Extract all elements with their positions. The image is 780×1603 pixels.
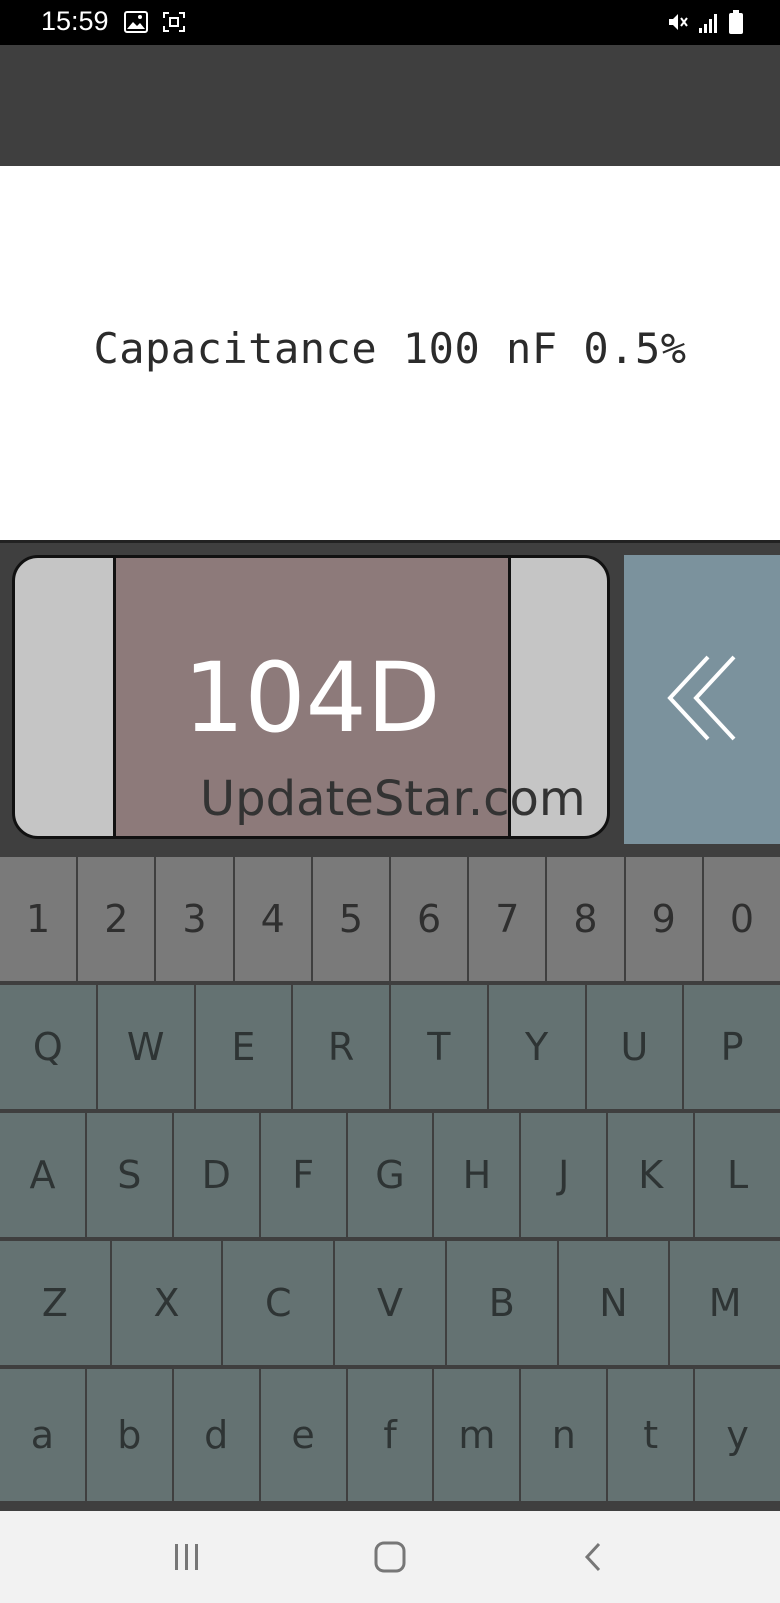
result-area: Capacitance 100 nF 0.5% (0, 166, 780, 540)
app-bar (0, 45, 780, 166)
result-text: Capacitance 100 nF 0.5% (93, 323, 687, 373)
key-U[interactable]: U (586, 985, 683, 1109)
key-6[interactable]: 6 (391, 857, 468, 981)
capacitor-code: 104D (183, 642, 441, 754)
key-J[interactable]: J (521, 1113, 607, 1237)
key-G[interactable]: G (347, 1113, 433, 1237)
home-button[interactable] (365, 1539, 415, 1579)
image-icon (124, 11, 148, 37)
key-B[interactable]: B (446, 1241, 557, 1365)
key-T[interactable]: T (391, 985, 487, 1109)
double-chevron-left-icon (664, 653, 740, 747)
lowercase-row: a b d e f m n t y (0, 1369, 780, 1501)
key-y[interactable]: y (695, 1369, 780, 1501)
key-a[interactable]: a (0, 1369, 85, 1501)
key-V[interactable]: V (335, 1241, 445, 1365)
key-t[interactable]: t (608, 1369, 694, 1501)
key-0[interactable]: 0 (703, 857, 780, 981)
key-M[interactable]: M (670, 1241, 780, 1365)
key-7[interactable]: 7 (469, 857, 546, 981)
key-5[interactable]: 5 (312, 857, 390, 981)
key-L[interactable]: L (695, 1113, 780, 1237)
key-C[interactable]: C (223, 1241, 334, 1365)
signal-icon (698, 12, 720, 38)
key-e[interactable]: e (260, 1369, 346, 1501)
key-N[interactable]: N (558, 1241, 669, 1365)
key-X[interactable]: X (111, 1241, 222, 1365)
key-9[interactable]: 9 (625, 857, 702, 981)
key-b[interactable]: b (86, 1369, 172, 1501)
recents-icon (171, 1542, 203, 1576)
key-3[interactable]: 3 (156, 857, 233, 981)
key-8[interactable]: 8 (547, 857, 624, 981)
status-bar: 15:59 (0, 0, 780, 45)
nav-bar (0, 1511, 780, 1603)
home-icon (373, 1540, 407, 1578)
key-Z[interactable]: Z (0, 1241, 110, 1365)
key-2[interactable]: 2 (78, 857, 155, 981)
key-A[interactable]: A (0, 1113, 85, 1237)
back-button[interactable] (568, 1539, 618, 1579)
key-1[interactable]: 1 (0, 857, 77, 981)
recents-button[interactable] (162, 1539, 212, 1579)
key-4[interactable]: 4 (234, 857, 311, 981)
status-time: 15:59 (41, 6, 109, 36)
digit-row: 1 2 3 4 5 6 7 8 9 0 (0, 857, 780, 981)
mute-icon (666, 10, 690, 38)
battery-icon (728, 10, 744, 38)
component-panel: 104D UpdateStar.com (0, 543, 780, 855)
letter-row-qwerty: Q W E R T Y U P (0, 985, 780, 1109)
key-H[interactable]: H (434, 1113, 520, 1237)
key-f[interactable]: f (347, 1369, 433, 1501)
screenshot-icon (162, 11, 186, 37)
keyboard: 1 2 3 4 5 6 7 8 9 0 Q W E R T Y U P A S … (0, 855, 780, 1510)
key-Q[interactable]: Q (0, 985, 96, 1109)
key-W[interactable]: W (97, 985, 194, 1109)
status-right-icons (666, 10, 744, 38)
back-icon (581, 1541, 605, 1577)
key-E[interactable]: E (195, 985, 292, 1109)
key-F[interactable]: F (260, 1113, 346, 1237)
key-R[interactable]: R (293, 985, 389, 1109)
watermark: UpdateStar.com (200, 771, 586, 827)
key-d[interactable]: d (173, 1369, 259, 1501)
letter-row-asdf: A S D F G H J K L (0, 1113, 780, 1237)
key-P[interactable]: P (684, 985, 780, 1109)
key-m[interactable]: m (434, 1369, 520, 1501)
backspace-button[interactable] (624, 555, 780, 844)
key-K[interactable]: K (608, 1113, 694, 1237)
key-S[interactable]: S (86, 1113, 172, 1237)
key-n[interactable]: n (521, 1369, 607, 1501)
letter-row-zxcv: Z X C V B N M (0, 1241, 780, 1365)
key-D[interactable]: D (173, 1113, 259, 1237)
key-Y[interactable]: Y (488, 985, 585, 1109)
status-left-icons (124, 11, 186, 37)
